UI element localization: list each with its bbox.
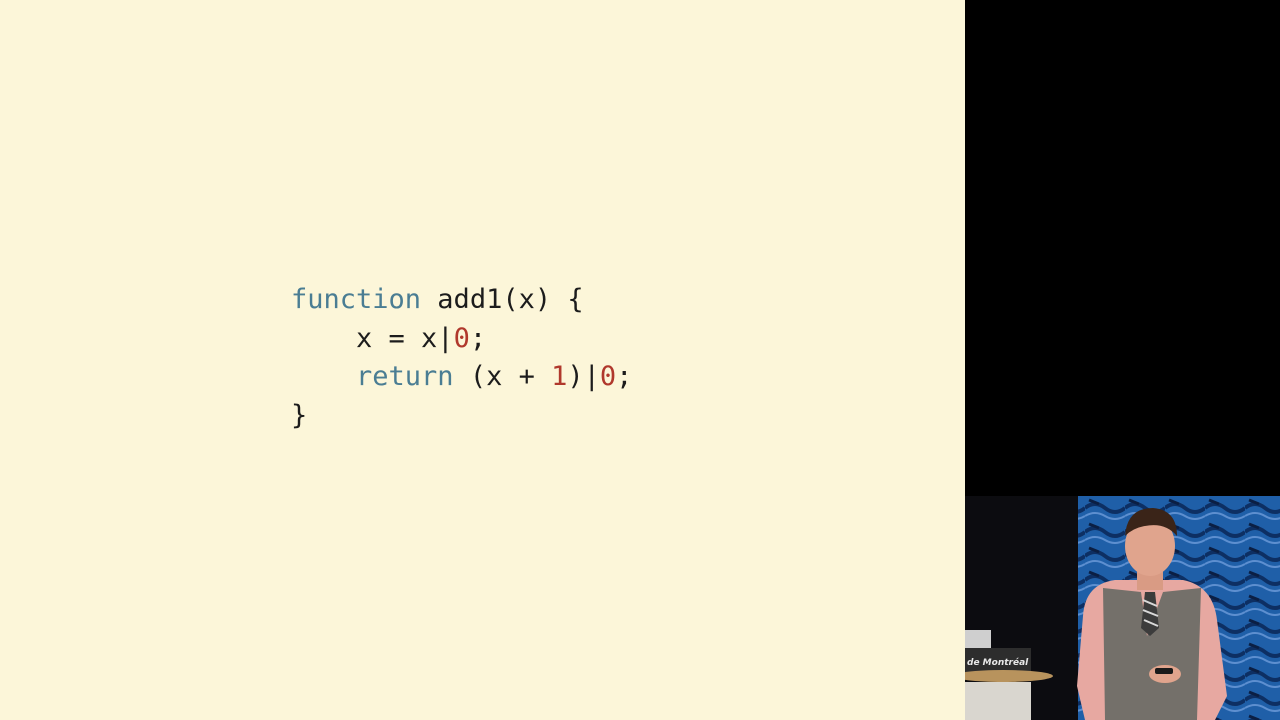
video-frame: function add1(x) { x = x|0; return (x + … — [0, 0, 1280, 720]
podium-body — [965, 682, 1031, 720]
speaker-video-image: de Montréal — [965, 496, 1280, 720]
code-line: function add1(x) { — [291, 281, 632, 320]
podium-sign-text: de Montréal — [967, 657, 1029, 668]
code-line: return (x + 1)|0; — [291, 358, 632, 397]
code-text: )| — [567, 361, 600, 392]
code-line: } — [291, 397, 632, 436]
code-keyword: function — [291, 284, 422, 315]
code-line: x = x|0; — [291, 320, 632, 359]
code-text: add1(x) { — [421, 284, 584, 315]
black-panel — [965, 0, 1280, 496]
code-keyword: return — [356, 361, 454, 392]
speaker-video: de Montréal — [965, 496, 1280, 720]
code-number: 0 — [599, 361, 617, 392]
code-text: ; — [469, 322, 487, 354]
code-text: } — [291, 399, 308, 431]
presentation-slide: function add1(x) { x = x|0; return (x + … — [0, 0, 965, 720]
code-number: 0 — [453, 322, 470, 354]
code-text: x = x| — [291, 322, 454, 354]
code-number: 1 — [551, 361, 568, 392]
code-text: (x + — [453, 361, 552, 392]
code-snippet: function add1(x) { x = x|0; return (x + … — [291, 281, 632, 435]
clicker — [1155, 668, 1173, 674]
code-text: ; — [616, 361, 633, 392]
